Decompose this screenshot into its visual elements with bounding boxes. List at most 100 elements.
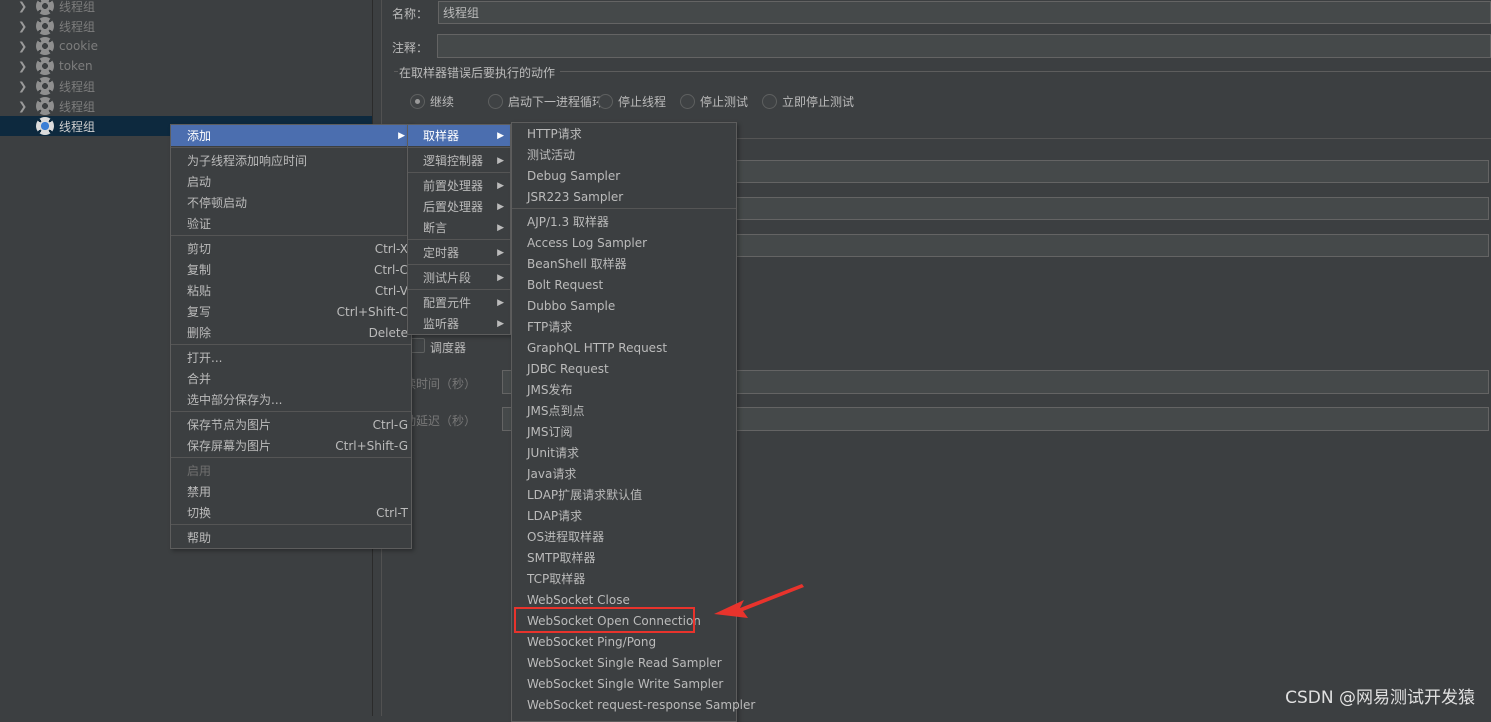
menu-item[interactable]: 监听器 ▶	[408, 313, 510, 334]
chevron-right-icon[interactable]: ❯	[18, 40, 27, 53]
menu-item[interactable]: 启用	[171, 460, 411, 481]
radio-label: 继续	[430, 95, 455, 109]
menu-item[interactable]: 定时器 ▶	[408, 242, 510, 263]
radio-button[interactable]	[598, 94, 613, 109]
menu-item[interactable]: JMS发布	[512, 379, 736, 400]
menu-item[interactable]: WebSocket Single Write Sampler	[512, 673, 736, 694]
radio-button[interactable]	[488, 94, 503, 109]
menu-item[interactable]: JUnit请求	[512, 442, 736, 463]
menu-item[interactable]: 复制 Ctrl-C	[171, 259, 411, 280]
thread-group-gear-icon	[36, 57, 54, 75]
context-menu: 添加 ▶ 为子线程添加响应时间 启动不停顿启动验证剪切 Ctrl-X 复制 Ctrl-C 粘贴…	[170, 124, 412, 549]
menu-item[interactable]: JMS点到点	[512, 400, 736, 421]
submenu-arrow-icon: ▶	[497, 180, 504, 191]
tree-node[interactable]: ❯ 线程组	[0, 0, 372, 16]
radio-option[interactable]: 停止线程	[598, 93, 666, 110]
chevron-right-icon[interactable]: ❯	[18, 100, 27, 113]
tree-node[interactable]: ❯ 线程组	[0, 76, 372, 96]
menu-item-shortcut: Ctrl-X	[374, 241, 408, 256]
tree-node[interactable]: ❯ cookie	[0, 36, 372, 56]
menu-item[interactable]: Dubbo Sample	[512, 295, 736, 316]
radio-button[interactable]	[762, 94, 777, 109]
menu-item-label: 切换	[187, 506, 212, 520]
menu-item[interactable]: 剪切 Ctrl-X	[171, 238, 411, 259]
radio-option[interactable]: 停止测试	[680, 93, 748, 110]
chevron-right-icon[interactable]: ❯	[18, 80, 27, 93]
menu-item-label: 禁用	[187, 485, 212, 499]
menu-item[interactable]: JDBC Request	[512, 358, 736, 379]
menu-item[interactable]: 取样器 ▶	[408, 125, 510, 146]
menu-item-label: LDAP扩展请求默认值	[527, 488, 643, 502]
menu-item[interactable]: 帮助	[171, 527, 411, 548]
menu-item[interactable]: Java请求	[512, 463, 736, 484]
menu-item[interactable]: SMTP取样器	[512, 547, 736, 568]
scheduler-checkbox[interactable]	[410, 338, 425, 353]
menu-item[interactable]: 复写 Ctrl+Shift-C	[171, 301, 411, 322]
menu-item-label: 打开...	[187, 351, 223, 365]
menu-item[interactable]: 保存屏幕为图片 Ctrl+Shift-G	[171, 435, 411, 456]
menu-item[interactable]: 配置元件 ▶	[408, 292, 510, 313]
radio-button[interactable]	[410, 94, 425, 109]
menu-item[interactable]: 断言 ▶	[408, 217, 510, 238]
group-border	[394, 71, 398, 72]
menu-item[interactable]: JMS订阅	[512, 421, 736, 442]
menu-item[interactable]: 粘贴 Ctrl-V	[171, 280, 411, 301]
menu-item-label: 断言	[423, 221, 448, 235]
menu-item[interactable]: LDAP请求	[512, 505, 736, 526]
annotation-highlight-box	[514, 607, 695, 633]
menu-item[interactable]: GraphQL HTTP Request	[512, 337, 736, 358]
menu-item-label: SMTP取样器	[527, 551, 596, 565]
comment-input[interactable]	[437, 34, 1491, 58]
radio-button[interactable]	[680, 94, 695, 109]
menu-item-label: 不停顿启动	[187, 196, 248, 210]
menu-item[interactable]: LDAP扩展请求默认值	[512, 484, 736, 505]
radio-option[interactable]: 启动下一进程循环	[488, 93, 604, 110]
menu-item[interactable]: 测试片段 ▶	[408, 267, 510, 288]
chevron-right-icon[interactable]: ❯	[18, 0, 27, 13]
menu-item[interactable]: 不停顿启动	[171, 192, 411, 213]
menu-item[interactable]: 启动	[171, 171, 411, 192]
tree-node[interactable]: ❯ 线程组	[0, 96, 372, 116]
menu-item[interactable]: Bolt Request	[512, 274, 736, 295]
tree-node-label: 线程组	[59, 0, 96, 14]
menu-item[interactable]: WebSocket Ping/Pong	[512, 631, 736, 652]
chevron-right-icon[interactable]: ❯	[18, 20, 27, 33]
menu-item[interactable]: OS进程取样器	[512, 526, 736, 547]
menu-item[interactable]: WebSocket Single Read Sampler	[512, 652, 736, 673]
menu-item[interactable]: 为子线程添加响应时间	[171, 150, 411, 171]
menu-item-label: WebSocket Single Read Sampler	[527, 655, 722, 670]
menu-item[interactable]: 后置处理器 ▶	[408, 196, 510, 217]
menu-item[interactable]: FTP请求	[512, 316, 736, 337]
menu-item[interactable]: Access Log Sampler	[512, 232, 736, 253]
menu-item[interactable]: BeanShell 取样器	[512, 253, 736, 274]
menu-item[interactable]: 合并	[171, 368, 411, 389]
tree-node[interactable]: ❯ 线程组	[0, 16, 372, 36]
menu-item-label: 验证	[187, 217, 212, 231]
menu-item[interactable]: HTTP请求	[512, 123, 736, 144]
menu-item[interactable]: 验证	[171, 213, 411, 234]
menu-item[interactable]: 选中部分保存为...	[171, 389, 411, 410]
menu-item[interactable]: 前置处理器 ▶	[408, 175, 510, 196]
chevron-right-icon[interactable]: ❯	[18, 60, 27, 73]
radio-option[interactable]: 继续	[410, 93, 454, 110]
menu-item[interactable]: 添加 ▶	[171, 125, 411, 146]
tree-node[interactable]: ❯ token	[0, 56, 372, 76]
radio-option[interactable]: 立即停止测试	[762, 93, 854, 110]
menu-item[interactable]: 逻辑控制器 ▶	[408, 150, 510, 171]
name-input[interactable]: 线程组	[438, 1, 1491, 24]
menu-item-label: JMS发布	[527, 383, 573, 397]
menu-item[interactable]: JSR223 Sampler	[512, 186, 736, 207]
menu-item-label: 保存屏幕为图片	[187, 439, 272, 453]
menu-item[interactable]: WebSocket request-response Sampler	[512, 694, 755, 715]
radio-label: 立即停止测试	[782, 95, 855, 109]
menu-item[interactable]: 切换 Ctrl-T	[171, 502, 411, 523]
thread-group-gear-icon	[36, 97, 54, 115]
menu-item[interactable]: AJP/1.3 取样器	[512, 211, 736, 232]
menu-item[interactable]: 测试活动	[512, 144, 736, 165]
menu-item[interactable]: 禁用	[171, 481, 411, 502]
menu-item[interactable]: Debug Sampler	[512, 165, 736, 186]
menu-item-shortcut: Ctrl+Shift-G	[335, 438, 408, 453]
menu-item[interactable]: 保存节点为图片 Ctrl-G	[171, 414, 411, 435]
menu-item[interactable]: 打开...	[171, 347, 411, 368]
menu-item[interactable]: 删除 Delete	[171, 322, 411, 343]
